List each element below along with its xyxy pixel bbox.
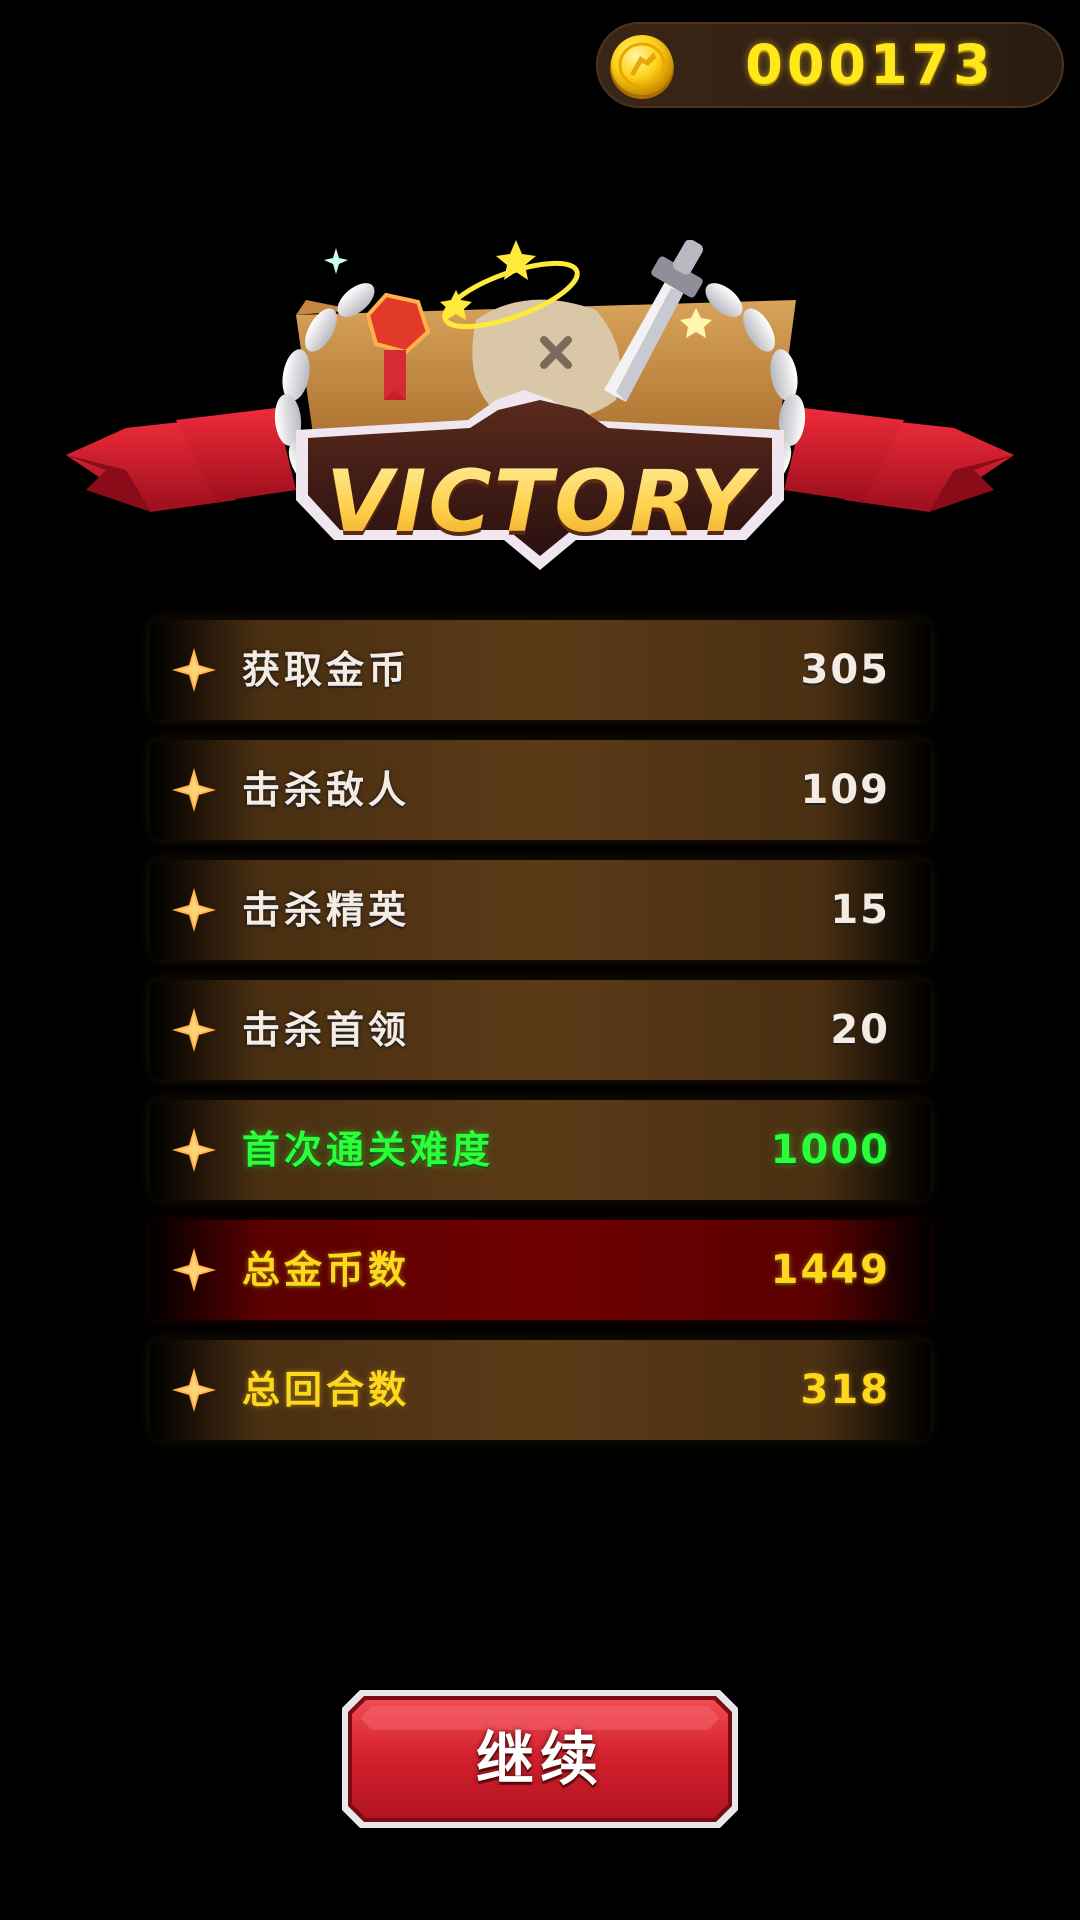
stat-value: 305 (800, 647, 890, 693)
stat-row-elites-killed: 击杀精英 15 (150, 860, 930, 960)
stat-label: 击杀精英 (242, 888, 411, 932)
continue-button[interactable]: 继续 (342, 1690, 738, 1828)
stat-value: 318 (800, 1367, 890, 1413)
stat-value: 1000 (770, 1127, 890, 1173)
stat-label: 击杀敌人 (242, 768, 411, 812)
gold-coin-icon (606, 30, 678, 102)
left-ribbon (66, 408, 296, 512)
stat-value: 15 (830, 887, 890, 933)
stat-label: 总回合数 (242, 1368, 411, 1412)
star-icon (172, 1248, 216, 1292)
stat-label: 击杀首领 (242, 1008, 411, 1052)
stat-row-first-clear-difficulty: 首次通关难度 1000 (150, 1100, 930, 1200)
result-stats-list: 获取金币 305 击杀敌人 109 击杀精英 15 击杀首领 20 首次通关难度 (150, 620, 930, 1460)
stat-row-total-coins: 总金币数 1449 (150, 1220, 930, 1320)
continue-button-label: 继续 (475, 1725, 604, 1793)
stat-row-bosses-killed: 击杀首领 20 (150, 980, 930, 1080)
stat-row-enemies-killed: 击杀敌人 109 (150, 740, 930, 840)
star-icon (172, 768, 216, 812)
star-icon (172, 648, 216, 692)
star-icon (172, 888, 216, 932)
stat-row-coins-earned: 获取金币 305 (150, 620, 930, 720)
stat-value: 20 (830, 1007, 890, 1053)
stat-value: 109 (800, 767, 890, 813)
stat-row-total-rounds: 总回合数 318 (150, 1340, 930, 1440)
stat-label: 获取金币 (242, 648, 411, 692)
stat-label: 首次通关难度 (242, 1128, 495, 1172)
stat-label: 总金币数 (242, 1248, 411, 1292)
star-icon (172, 1008, 216, 1052)
coin-count: 000173 (745, 33, 995, 96)
star-icon (172, 1368, 216, 1412)
star-icon (172, 1128, 216, 1172)
stat-value: 1449 (770, 1247, 890, 1293)
right-ribbon (784, 408, 1014, 512)
victory-title: VICTORY (290, 442, 790, 562)
